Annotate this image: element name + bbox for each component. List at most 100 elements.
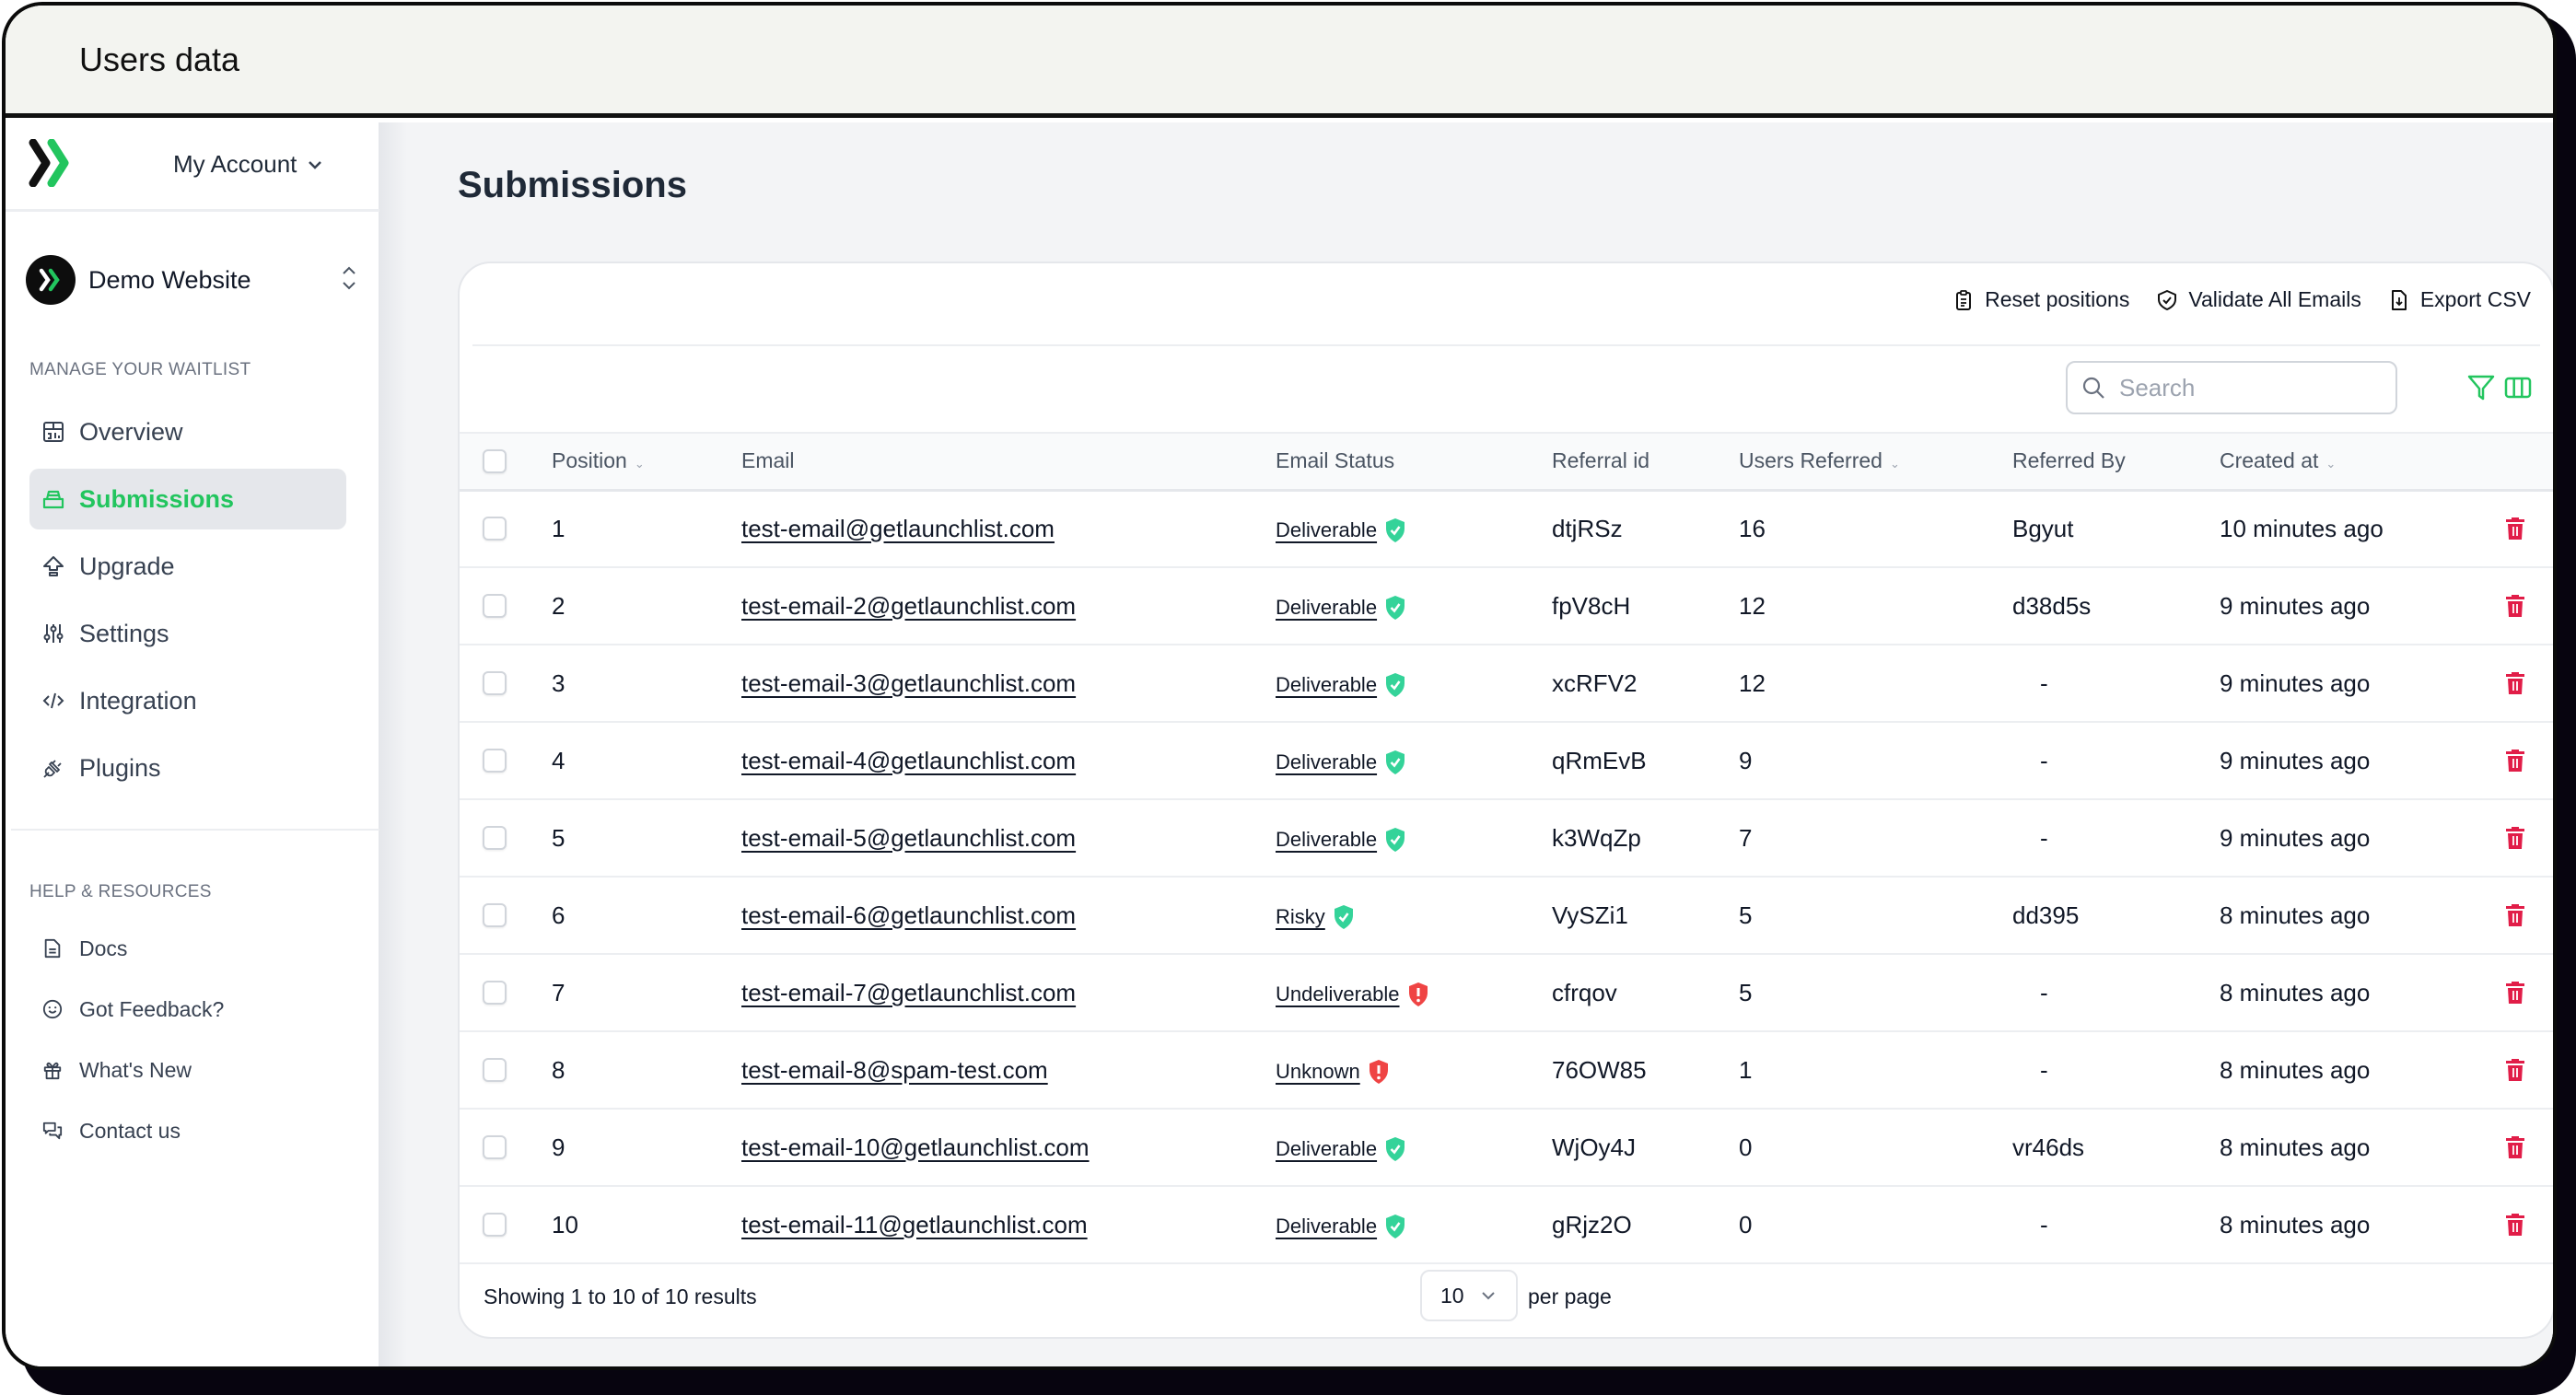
table-row: 6 test-email-6@getlaunchlist.com Risky VySZ… [460, 877, 2553, 954]
row-checkbox[interactable] [483, 671, 507, 695]
sidebar-item-label: What's New [79, 1057, 192, 1082]
trash-icon[interactable] [2505, 903, 2525, 927]
referral-id-cell: gRjz2O [1552, 1210, 1632, 1238]
trash-icon[interactable] [2505, 826, 2525, 850]
export-csv-button[interactable]: Export CSV [2389, 287, 2531, 312]
email-link[interactable]: test-email-11@getlaunchlist.com [741, 1211, 1088, 1238]
website-avatar [26, 255, 76, 305]
shield-check-icon [1334, 904, 1353, 929]
referred-by-cell: dd395 [2012, 901, 2080, 929]
launchlist-logo-icon[interactable] [28, 139, 74, 187]
row-checkbox[interactable] [483, 594, 507, 618]
sidebar-item-docs[interactable]: Docs [29, 923, 346, 974]
reset-positions-button[interactable]: Reset positions [1953, 287, 2129, 312]
users-referred-cell: 12 [1739, 591, 1766, 620]
email-status-label[interactable]: Deliverable [1276, 828, 1377, 852]
per-page-label: per page [1528, 1285, 1612, 1308]
sidebar-item-label: Overview [79, 417, 183, 446]
per-page-select[interactable]: 10 [1420, 1270, 1518, 1321]
sidebar-item-feedback[interactable]: Got Feedback? [29, 983, 346, 1035]
table-row: 10 test-email-11@getlaunchlist.com Deliver… [460, 1186, 2553, 1263]
trash-icon[interactable] [2505, 517, 2525, 541]
sidebar-item-label: Settings [79, 619, 169, 647]
trash-icon[interactable] [2505, 1213, 2525, 1237]
trash-icon[interactable] [2505, 981, 2525, 1005]
email-link[interactable]: test-email-7@getlaunchlist.com [741, 979, 1076, 1006]
row-checkbox[interactable] [483, 1135, 507, 1159]
chevron-down-icon [1481, 1292, 1495, 1300]
trash-icon[interactable] [2505, 749, 2525, 773]
referred-by-cell: - [2040, 746, 2048, 774]
filter-icon[interactable] [2465, 372, 2497, 403]
my-account-label: My Account [173, 150, 297, 178]
column-header-users-referred[interactable]: Users Referred ⌄ [1739, 433, 2012, 490]
email-link[interactable]: test-email-4@getlaunchlist.com [741, 747, 1076, 774]
my-account-dropdown[interactable]: My Account [173, 150, 322, 179]
email-link[interactable]: test-email-6@getlaunchlist.com [741, 901, 1076, 929]
users-referred-cell: 9 [1739, 746, 1753, 774]
shield-check-icon [1386, 827, 1405, 852]
email-status-label[interactable]: Deliverable [1276, 1215, 1377, 1238]
trash-icon[interactable] [2505, 671, 2525, 695]
position-cell: 4 [552, 746, 565, 774]
row-checkbox[interactable] [483, 1213, 507, 1237]
columns-icon[interactable] [2502, 372, 2534, 403]
sidebar-item-submissions[interactable]: Submissions [29, 469, 346, 529]
sidebar-item-label: Docs [79, 936, 128, 960]
column-header-position[interactable]: Position ⌄ [552, 433, 741, 490]
trash-icon[interactable] [2505, 1135, 2525, 1159]
email-status-label[interactable]: Deliverable [1276, 750, 1377, 774]
column-header-created-at[interactable]: Created at ⌄ [2220, 433, 2505, 490]
search-input[interactable] [2119, 373, 2377, 402]
row-checkbox[interactable] [483, 826, 507, 850]
sidebar-item-label: Got Feedback? [79, 996, 225, 1021]
website-switcher[interactable]: Demo Website [26, 253, 357, 307]
created-at-cell: 8 minutes ago [2220, 901, 2371, 929]
position-cell: 5 [552, 823, 565, 852]
referral-id-cell: cfrqov [1552, 978, 1617, 1006]
trash-icon[interactable] [2505, 1058, 2525, 1082]
created-at-cell: 9 minutes ago [2220, 746, 2371, 774]
sidebar-item-plugins[interactable]: Plugins [29, 738, 346, 798]
table-footer: Showing 1 to 10 of 10 results 10 per pag… [484, 1270, 2553, 1325]
sidebar-item-integration[interactable]: Integration [29, 670, 346, 731]
email-link[interactable]: test-email-5@getlaunchlist.com [741, 824, 1076, 852]
email-status-label[interactable]: Unknown [1276, 1060, 1360, 1084]
email-status-label[interactable]: Deliverable [1276, 518, 1377, 542]
users-referred-cell: 0 [1739, 1133, 1753, 1161]
email-status-label[interactable]: Undeliverable [1276, 982, 1400, 1006]
referred-by-cell: - [2040, 1055, 2048, 1084]
trash-icon[interactable] [2505, 594, 2525, 618]
search-icon [2082, 377, 2104, 399]
file-download-icon [2391, 289, 2407, 310]
chart-board-icon [43, 422, 64, 442]
email-link[interactable]: test-email-3@getlaunchlist.com [741, 669, 1076, 697]
row-checkbox[interactable] [483, 749, 507, 773]
sidebar-item-label: Contact us [79, 1118, 181, 1143]
email-link[interactable]: test-email-2@getlaunchlist.com [741, 592, 1076, 620]
email-link[interactable]: test-email-8@spam-test.com [741, 1056, 1048, 1084]
email-link[interactable]: test-email-10@getlaunchlist.com [741, 1133, 1090, 1161]
validate-all-emails-button[interactable]: Validate All Emails [2157, 287, 2361, 312]
email-status-label[interactable]: Risky [1276, 905, 1325, 929]
sidebar-item-contact[interactable]: Contact us [29, 1105, 346, 1157]
row-checkbox[interactable] [483, 903, 507, 927]
row-checkbox[interactable] [483, 981, 507, 1005]
row-checkbox[interactable] [483, 517, 507, 541]
sidebar-item-whats-new[interactable]: What's New [29, 1044, 346, 1096]
column-header-referral-id: Referral id [1552, 448, 1650, 473]
email-status-label[interactable]: Deliverable [1276, 1137, 1377, 1161]
shield-check-icon [1386, 1136, 1405, 1161]
sidebar-item-upgrade[interactable]: Upgrade [29, 536, 346, 597]
submissions-table: Position ⌄ Email Email Status Referral id… [460, 432, 2553, 1264]
row-checkbox[interactable] [483, 1058, 507, 1082]
email-link[interactable]: test-email@getlaunchlist.com [741, 515, 1055, 542]
sidebar-item-settings[interactable]: Settings [29, 603, 346, 664]
email-status-label[interactable]: Deliverable [1276, 596, 1377, 620]
sidebar-item-overview[interactable]: Overview [29, 401, 346, 462]
email-status-label[interactable]: Deliverable [1276, 673, 1377, 697]
sliders-icon [43, 624, 64, 643]
created-at-cell: 9 minutes ago [2220, 591, 2371, 620]
select-all-checkbox[interactable] [483, 448, 507, 473]
search-box[interactable] [2066, 361, 2397, 414]
